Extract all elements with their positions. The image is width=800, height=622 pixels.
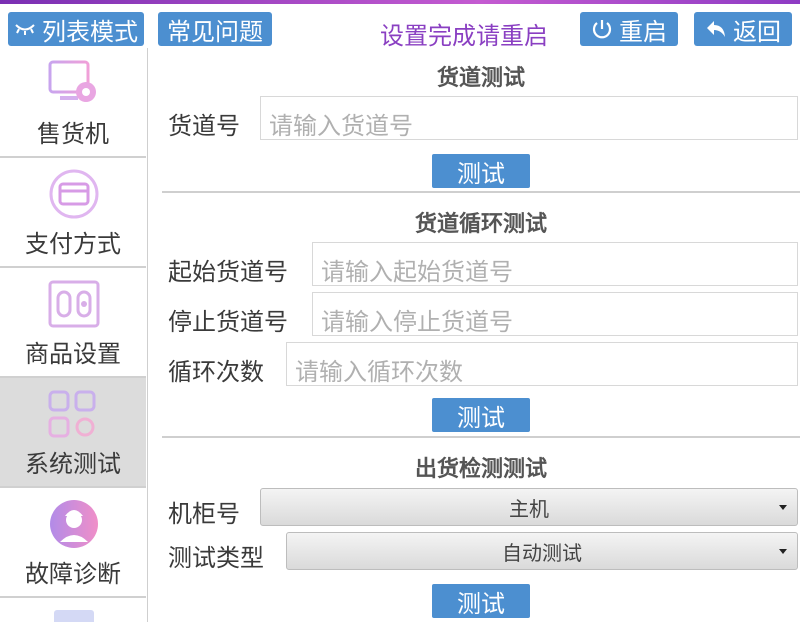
cycle-test-title: 货道循环测试 xyxy=(414,212,547,237)
sidebar-more-icon xyxy=(54,610,94,622)
back-button[interactable]: 返回 xyxy=(694,12,792,46)
cycle-test-button[interactable]: 测试 xyxy=(432,398,530,432)
restart-label: 重启 xyxy=(619,17,667,46)
sidebar-item-diagnostics[interactable]: 故障诊断 xyxy=(0,488,146,598)
power-icon xyxy=(591,18,613,40)
test-type-label: 测试类型 xyxy=(168,544,264,572)
system-test-grid-icon xyxy=(46,388,102,440)
stop-slot-label: 停止货道号 xyxy=(168,308,288,336)
sidebar-item-label: 故障诊断 xyxy=(25,560,121,588)
start-slot-input[interactable]: 请输入起始货道号 xyxy=(312,242,798,286)
faq-button[interactable]: 常见问题 xyxy=(158,12,272,46)
sidebar-item-system-test[interactable]: 系统测试 xyxy=(0,378,146,488)
sidebar-item-payment[interactable]: 支付方式 xyxy=(0,158,146,268)
list-mode-button[interactable]: 列表模式 xyxy=(8,12,144,46)
cabinet-select-value: 主机 xyxy=(509,496,549,521)
vending-machine-settings-icon xyxy=(46,58,102,110)
sidebar-item-vending-machine[interactable]: 售货机 xyxy=(0,48,146,158)
main-panel: 货道测试 货道号 请输入货道号 测试 货道循环测试 起始货道号 请输入起始货道号… xyxy=(162,48,800,622)
cabinet-select[interactable]: 主机 xyxy=(260,488,798,526)
sidebar-item-label: 支付方式 xyxy=(25,230,121,258)
test-type-select[interactable]: 自动测试 xyxy=(286,532,798,570)
engineer-avatar-icon xyxy=(46,498,102,550)
card-payment-icon xyxy=(46,168,102,220)
cycle-count-input[interactable]: 请输入循环次数 xyxy=(286,342,798,386)
dropdown-caret-icon xyxy=(779,549,787,554)
sidebar-item-label: 系统测试 xyxy=(25,450,121,478)
header-bar: 列表模式 常见问题 设置完成请重启 重启 返回 xyxy=(0,4,800,50)
eye-closed-icon xyxy=(14,22,36,36)
dispense-test-button[interactable]: 测试 xyxy=(432,584,530,618)
product-slots-icon xyxy=(46,278,102,330)
cabinet-label: 机柜号 xyxy=(168,500,240,528)
section-divider xyxy=(162,436,800,438)
back-label: 返回 xyxy=(733,17,781,46)
restart-hint: 设置完成请重启 xyxy=(380,22,548,50)
section-divider xyxy=(162,191,800,193)
test-type-select-value: 自动测试 xyxy=(502,540,582,565)
restart-button[interactable]: 重启 xyxy=(580,12,678,46)
sidebar: 售货机 支付方式 商品设置 系统测试 故障诊断 xyxy=(0,48,148,622)
start-slot-label: 起始货道号 xyxy=(168,258,288,286)
cycle-count-label: 循环次数 xyxy=(168,358,264,386)
faq-label: 常见问题 xyxy=(167,17,263,46)
sidebar-item-label: 商品设置 xyxy=(25,340,121,368)
sidebar-item-products[interactable]: 商品设置 xyxy=(0,268,146,378)
stop-slot-input[interactable]: 请输入停止货道号 xyxy=(312,292,798,336)
back-arrow-icon xyxy=(705,19,727,39)
dispense-test-title: 出货检测测试 xyxy=(414,457,547,482)
dropdown-caret-icon xyxy=(779,505,787,510)
sidebar-item-label: 售货机 xyxy=(37,120,109,148)
slot-number-input[interactable]: 请输入货道号 xyxy=(260,96,798,140)
list-mode-label: 列表模式 xyxy=(42,17,138,46)
slot-test-button[interactable]: 测试 xyxy=(432,154,530,188)
slot-test-title: 货道测试 xyxy=(436,66,525,91)
slot-number-label: 货道号 xyxy=(168,112,240,140)
